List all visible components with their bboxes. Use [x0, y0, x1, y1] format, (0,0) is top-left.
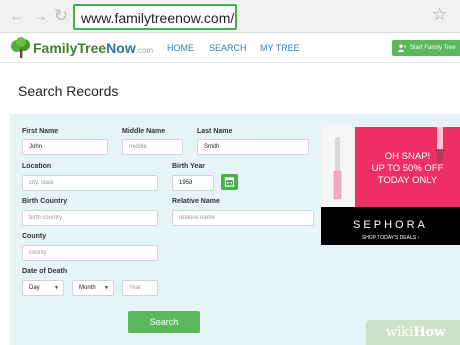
birth-country-input[interactable]: birth country — [22, 210, 158, 226]
relative-name-label: Relative Name — [172, 198, 220, 205]
calendar-icon — [224, 177, 235, 187]
ad-line-3: TODAY ONLY — [377, 175, 438, 186]
birth-country-label: Birth Country — [22, 198, 68, 205]
date-of-death-label: Date of Death — [22, 268, 68, 275]
ad-cta[interactable]: SHOP TODAY'S DEALS › — [321, 235, 460, 241]
back-arrow-icon[interactable]: ← — [8, 7, 26, 25]
tree-logo-icon[interactable] — [10, 37, 32, 59]
ad-line-1: OH SNAP! — [384, 151, 431, 162]
wikihow-wiki-text: wiki — [386, 325, 414, 340]
birth-year-label: Birth Year — [172, 163, 205, 170]
chevron-down-icon: ▼ — [104, 285, 109, 291]
nav-search[interactable]: SEARCH — [209, 43, 247, 53]
sephora-ad[interactable]: OH SNAP! UP TO 50% OFF TODAY ONLY SEPHOR… — [321, 127, 460, 245]
county-label: County — [22, 233, 47, 240]
first-name-input[interactable]: John — [22, 139, 108, 155]
chevron-down-icon: ▼ — [54, 285, 59, 291]
reload-icon[interactable]: ↻ — [52, 7, 70, 25]
star-icon[interactable]: ☆ — [432, 6, 450, 24]
site-header: FamilyTreeNow.com HOME SEARCH MY TREE — [0, 33, 460, 63]
wikihow-how-text: How — [413, 325, 446, 340]
last-name-label: Last Name — [197, 128, 233, 135]
county-input[interactable]: county — [22, 245, 158, 261]
nav-my-tree[interactable]: MY TREE — [260, 43, 300, 53]
ad-choices-icon[interactable]: ▷ — [449, 128, 459, 135]
logo-suffix-text: .com — [135, 46, 154, 55]
first-name-label: First Name — [22, 128, 59, 135]
death-day-select[interactable]: Day ▼ — [22, 280, 64, 296]
logo-now-text: Now — [106, 40, 136, 56]
add-user-icon — [398, 44, 406, 52]
birth-year-input[interactable]: 1958 — [172, 175, 214, 191]
start-family-tree-button[interactable]: Start Family Tree — [392, 40, 460, 56]
url-text: www.familytreenow.com/ — [81, 10, 235, 26]
middle-name-label: Middle Name — [122, 128, 166, 135]
page-title: Search Records — [18, 83, 119, 99]
wikihow-logo-text: wikiHow — [386, 325, 445, 340]
nav-home[interactable]: HOME — [167, 43, 194, 53]
location-input[interactable]: city, state — [22, 175, 158, 191]
death-day-value: Day — [29, 285, 40, 291]
death-month-value: Month — [79, 285, 96, 291]
start-family-tree-label: Start Family Tree — [410, 45, 456, 51]
relative-name-input[interactable]: relative name — [172, 210, 314, 226]
search-button[interactable]: Search — [128, 311, 200, 333]
calendar-button[interactable] — [221, 174, 238, 190]
wikihow-watermark: wikiHow — [366, 320, 460, 345]
forward-arrow-icon[interactable]: → — [31, 7, 49, 25]
last-name-input[interactable]: Smith — [197, 139, 309, 155]
middle-name-input[interactable]: middle — [122, 139, 183, 155]
ad-brand-name: SEPHORA — [353, 219, 428, 231]
logo-family-text: FamilyTree — [33, 40, 107, 56]
location-label: Location — [22, 163, 52, 170]
address-bar[interactable]: www.familytreenow.com/ — [73, 4, 237, 30]
lipgloss-product-image — [333, 137, 342, 200]
browser-toolbar: ← → ↻ www.familytreenow.com/ ☆ — [0, 0, 460, 33]
ad-line-2: UP TO 50% OFF — [371, 163, 444, 174]
death-month-select[interactable]: Month ▼ — [72, 280, 114, 296]
death-year-input[interactable]: Year — [122, 280, 158, 296]
site-logo[interactable]: FamilyTreeNow.com — [33, 40, 153, 56]
